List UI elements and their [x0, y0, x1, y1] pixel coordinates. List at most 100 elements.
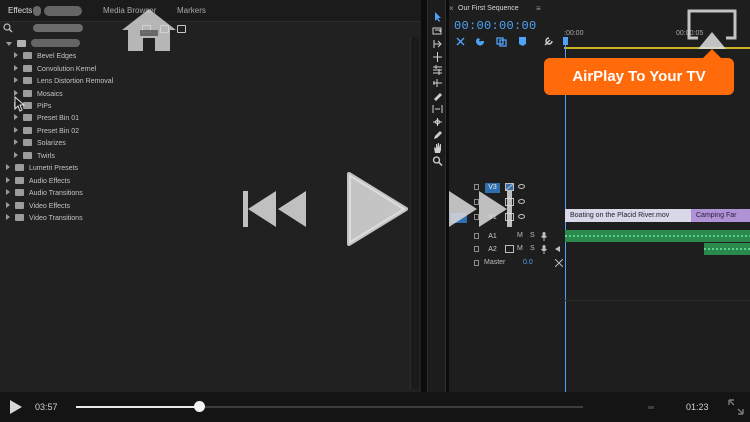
ripple-edit-tool-icon[interactable]: [432, 39, 443, 49]
folder-icon: [17, 40, 26, 47]
toggle-output-eye-icon[interactable]: [518, 214, 525, 219]
tab-effects[interactable]: Effects: [8, 6, 32, 15]
tree-item-twirls[interactable]: Twirls: [14, 151, 55, 163]
disclosure-closed-icon[interactable]: [6, 189, 10, 195]
tree-item-label: Audio Effects: [29, 178, 71, 185]
solo-track-button[interactable]: S: [530, 232, 535, 239]
toggle-output-eye-icon[interactable]: [518, 184, 525, 189]
track-select-tool-icon[interactable]: [432, 26, 443, 36]
remaining-time: 01:23: [686, 402, 709, 412]
razor-tool-icon[interactable]: [432, 91, 443, 101]
effects-scrollbar[interactable]: [410, 37, 419, 389]
track-name-a1[interactable]: A1: [485, 232, 500, 242]
slide-tool-icon[interactable]: [432, 104, 443, 114]
tab-markers[interactable]: Markers: [177, 6, 206, 15]
disclosure-closed-icon[interactable]: [6, 214, 10, 220]
rolling-edit-tool-icon[interactable]: [432, 52, 443, 62]
pen-tool-icon[interactable]: [432, 117, 443, 127]
tree-item-solarizes[interactable]: Solarizes: [14, 138, 66, 150]
disclosure-closed-icon[interactable]: [6, 164, 10, 170]
tree-item-label: Lumetri Presets: [29, 165, 79, 172]
tree-item-preset-bin-01[interactable]: Preset Bin 01: [14, 113, 79, 125]
disclosure-closed-icon[interactable]: [14, 139, 18, 145]
slip-tool-icon[interactable]: [432, 78, 443, 88]
tree-item-convolution-kernel[interactable]: Convolution Kernel: [14, 64, 96, 76]
tree-label-blurred: [31, 39, 80, 47]
progress-thumb[interactable]: [194, 401, 206, 412]
disclosure-closed-icon[interactable]: [6, 177, 10, 183]
home-button[interactable]: [121, 8, 177, 52]
tree-item-video-transitions[interactable]: Video Transitions: [6, 213, 83, 225]
tab-blur-mark: [33, 6, 41, 16]
add-marker-icon[interactable]: [517, 36, 528, 47]
lock-icon[interactable]: [474, 246, 479, 252]
settings-wrench-icon[interactable]: [543, 36, 554, 47]
master-track-label: Master: [484, 259, 506, 266]
rewind-button[interactable]: [243, 190, 307, 228]
tab-history[interactable]: [44, 6, 82, 16]
play-button[interactable]: [346, 172, 408, 246]
panel-menu-icon[interactable]: ≡: [536, 4, 541, 13]
airplay-icon[interactable]: [686, 8, 738, 50]
disclosure-closed-icon[interactable]: [6, 202, 10, 208]
lock-icon[interactable]: [474, 260, 479, 266]
rate-stretch-tool-icon[interactable]: [432, 65, 443, 75]
fast-forward-button[interactable]: [448, 190, 512, 228]
tree-item-preset-bin-02[interactable]: Preset Bin 02: [14, 126, 79, 138]
disclosure-closed-icon[interactable]: [14, 152, 18, 158]
go-to-end-icon[interactable]: [555, 259, 563, 267]
folder-icon: [15, 214, 24, 221]
selection-tool-icon[interactable]: [432, 12, 443, 22]
tree-item-lens-distortion-removal[interactable]: Lens Distortion Removal: [14, 76, 113, 88]
track-name-a2[interactable]: A2: [485, 245, 500, 255]
tree-item-audio-transitions[interactable]: Audio Transitions: [6, 188, 83, 200]
master-volume-value[interactable]: 0.0: [523, 259, 533, 266]
sequence-tab[interactable]: Our First Sequence: [458, 5, 519, 12]
sync-lock-icon[interactable]: [505, 245, 514, 253]
disclosure-closed-icon[interactable]: [14, 77, 18, 83]
tree-item-label: Solarizes: [37, 140, 66, 147]
disclosure-closed-icon[interactable]: [14, 65, 18, 71]
toggle-output-eye-icon[interactable]: [518, 199, 525, 204]
tree-item-bevel-edges[interactable]: Bevel Edges: [14, 51, 76, 63]
tree-item-label: PiPs: [37, 103, 52, 110]
snap-icon[interactable]: [475, 36, 486, 47]
disclosure-closed-icon[interactable]: [14, 52, 18, 58]
track-header-master: Master 0.0: [449, 257, 750, 269]
track-expand-arrow-icon[interactable]: [555, 246, 560, 252]
search-icon[interactable]: [3, 23, 13, 33]
play-icon[interactable]: [9, 400, 23, 414]
progress-slider[interactable]: [76, 401, 583, 412]
tree-item-lumetri-presets[interactable]: Lumetri Presets: [6, 163, 78, 175]
tree-item-label: Video Effects: [29, 203, 70, 210]
close-sequence-icon[interactable]: ×: [449, 4, 454, 13]
lock-icon[interactable]: [474, 233, 479, 239]
fullscreen-icon[interactable]: [728, 399, 744, 415]
timeline-horizontal-scrollbar[interactable]: [564, 300, 750, 301]
tree-item-audio-effects[interactable]: Audio Effects: [6, 176, 70, 188]
effects-search-input[interactable]: [33, 24, 83, 32]
disclosure-open-icon[interactable]: [6, 42, 12, 46]
insert-sequence-nest-icon[interactable]: [455, 36, 466, 47]
linked-selection-icon[interactable]: [496, 36, 507, 47]
hand-tool-icon[interactable]: [432, 143, 443, 153]
playhead-timecode[interactable]: 00:00:00:00: [454, 19, 537, 33]
disclosure-closed-icon[interactable]: [14, 127, 18, 133]
yuv-effects-icon[interactable]: [177, 25, 186, 33]
playhead-handle[interactable]: [563, 37, 568, 45]
tree-item-video-effects[interactable]: Video Effects: [6, 201, 70, 213]
disclosure-closed-icon[interactable]: [14, 114, 18, 120]
video-clip[interactable]: Camping Far: [691, 209, 750, 222]
zoom-tool-icon[interactable]: [432, 156, 443, 166]
mute-track-button[interactable]: M: [517, 245, 523, 252]
solo-track-button[interactable]: S: [530, 245, 535, 252]
pen-icon[interactable]: [432, 130, 443, 140]
video-clip[interactable]: Boating on the Placid River.mov: [565, 209, 691, 222]
airplay-callout[interactable]: AirPlay To Your TV: [544, 49, 734, 95]
audio-clip-a1[interactable]: [565, 230, 750, 242]
audio-clip-a2[interactable]: [704, 243, 750, 255]
microphone-icon[interactable]: [541, 232, 547, 241]
microphone-icon[interactable]: [541, 245, 547, 254]
mute-track-button[interactable]: M: [517, 232, 523, 239]
tree-item-presets[interactable]: [6, 39, 80, 51]
